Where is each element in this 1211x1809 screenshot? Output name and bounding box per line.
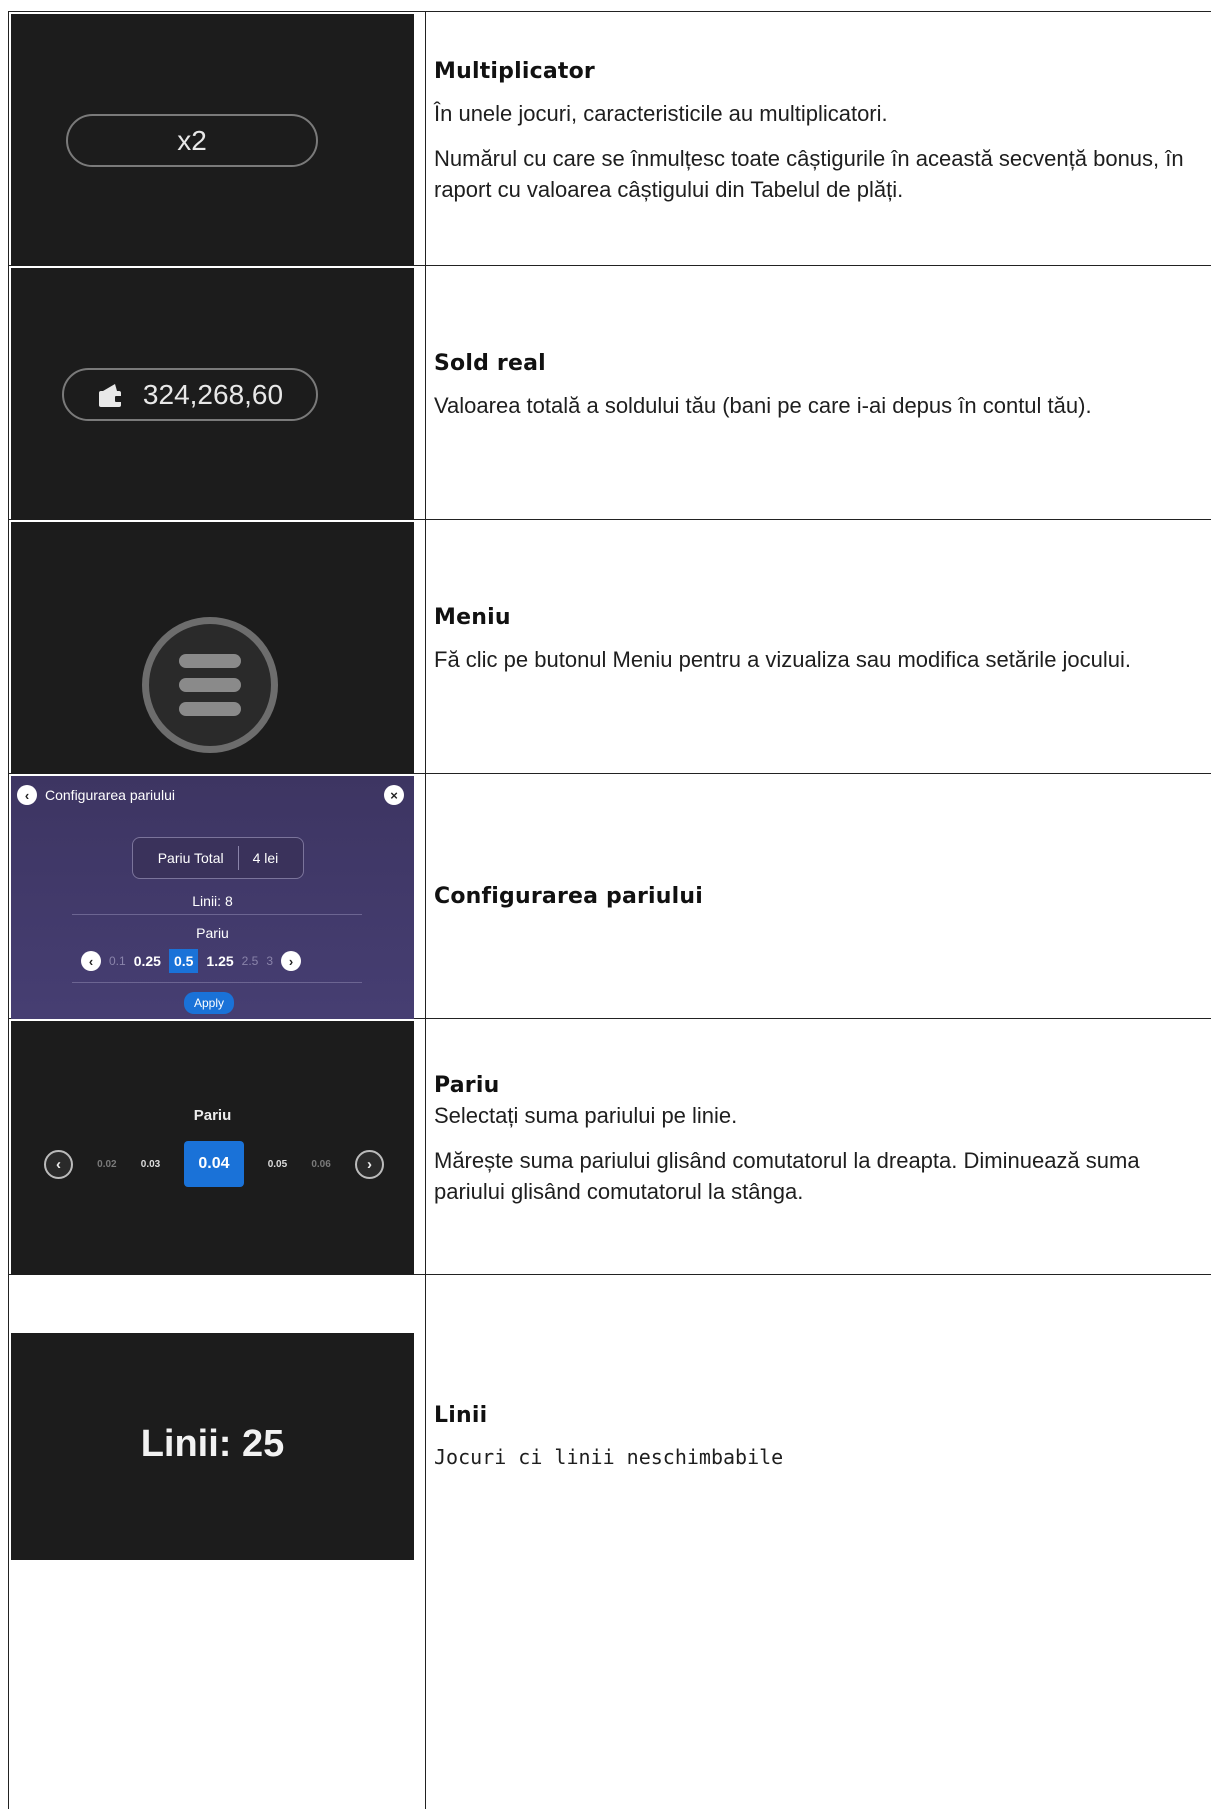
bet-selector-image: Pariu ‹ 0.02 0.03 0.04 0.05 0.06 › [11, 1021, 414, 1275]
row-paragraph: Mărește suma pariului glisând comutatoru… [434, 1148, 1140, 1204]
lines-value: Linii: 25 [140, 1423, 285, 1465]
bet-option-selected: 0.5 [168, 949, 199, 973]
chevron-left-icon: ‹ [44, 1149, 73, 1179]
close-icon: × [384, 785, 404, 805]
bet-selector: ‹ 0.1 0.25 0.5 1.25 2.5 3 › [81, 949, 302, 973]
bet-config-image: ‹ Configurarea pariului × Pariu Total 4 … [11, 776, 414, 1019]
multiplier-image: x2 [11, 14, 414, 266]
bet-option: 2.5 [241, 954, 259, 968]
table-row-pariu: Pariu ‹ 0.02 0.03 0.04 0.05 0.06 › Pariu… [9, 1019, 1211, 1275]
bet-selector-label: Pariu [193, 1107, 232, 1124]
row-title: Multiplicator [434, 59, 595, 84]
bet-option: 3 [266, 954, 274, 968]
balance-pill: 324,268,60 [62, 368, 318, 421]
bet-option-selected: 0.04 [184, 1141, 244, 1187]
panel-header: ‹ Configurarea pariului [17, 785, 175, 805]
bet-text: Pariu Selectați suma pariului pe linie. … [427, 1019, 1211, 1275]
bet-option: 1.25 [206, 953, 234, 969]
row-title: Sold real [434, 351, 546, 376]
bet-prev-icon: ‹ [81, 951, 101, 971]
row-title: Configurarea pariului [434, 884, 704, 909]
bet-selector-row: ‹ 0.02 0.03 0.04 0.05 0.06 › [44, 1141, 384, 1187]
row-paragraph: Fă clic pe butonul Meniu pentru a vizual… [434, 647, 1132, 672]
multiplier-value: x2 [177, 124, 207, 156]
table-row-multiplicator: x2 Multiplicator În unele jocuri, caract… [9, 12, 1211, 266]
table-row-sold-real: 324,268,60 Sold real Valoarea totală a s… [9, 266, 1211, 520]
lines-label: Linii: 8 [192, 893, 233, 909]
table-row-linii: Linii: 25 Linii Jocuri ci linii neschimb… [9, 1275, 1211, 1809]
help-table: x2 Multiplicator În unele jocuri, caract… [8, 11, 1211, 1809]
chevron-right-icon: › [354, 1149, 384, 1179]
row-paragraph: Jocuri ci linii neschimbabile [434, 1445, 784, 1469]
row-title: Linii [434, 1403, 488, 1428]
row-paragraph: Numărul cu care se înmulțesc toate câști… [434, 146, 1184, 202]
lines-image: Linii: 25 [11, 1333, 414, 1560]
total-bet-label: Pariu Total [157, 850, 224, 866]
bet-option: 0.02 [97, 1158, 117, 1170]
total-bet-box: Pariu Total 4 lei [132, 837, 304, 879]
bet-config-text: Configurarea pariului [427, 774, 1211, 1019]
menu-icon [142, 617, 278, 753]
table-row-configurare: ‹ Configurarea pariului × Pariu Total 4 … [9, 774, 1211, 1019]
row-paragraph: Valoarea totală a soldului tău (bani pe … [434, 393, 1092, 418]
balance-value: 324,268,60 [142, 378, 284, 410]
bet-option: 0.05 [267, 1158, 288, 1170]
bet-option: 0.1 [109, 954, 126, 968]
row-paragraph: În unele jocuri, caracteristicile au mul… [434, 101, 888, 126]
total-bet-value: 4 lei [252, 850, 279, 866]
bet-option: 0.03 [140, 1158, 161, 1170]
panel-title: Configurarea pariului [45, 787, 175, 803]
row-title: Meniu [434, 605, 511, 630]
lines-text: Linii Jocuri ci linii neschimbabile [427, 1275, 1211, 1615]
multiplier-pill: x2 [66, 114, 318, 167]
bet-option: 0.25 [133, 953, 161, 969]
balance-image: 324,268,60 [11, 268, 414, 520]
table-row-meniu: Meniu Fă clic pe butonul Meniu pentru a … [9, 520, 1211, 774]
bet-option: 0.06 [311, 1158, 331, 1170]
wallet-icon [98, 383, 123, 407]
back-icon: ‹ [17, 785, 37, 805]
multiplier-text: Multiplicator În unele jocuri, caracteri… [427, 12, 1211, 266]
balance-text: Sold real Valoarea totală a soldului tău… [427, 266, 1211, 520]
row-title: Pariu [434, 1073, 500, 1098]
bet-label: Pariu [196, 925, 229, 941]
menu-text: Meniu Fă clic pe butonul Meniu pentru a … [427, 520, 1211, 774]
bet-next-icon: › [281, 951, 302, 971]
menu-image [11, 522, 414, 774]
apply-button: Apply [184, 992, 235, 1014]
row-paragraph: Selectați suma pariului pe linie. [434, 1103, 738, 1128]
